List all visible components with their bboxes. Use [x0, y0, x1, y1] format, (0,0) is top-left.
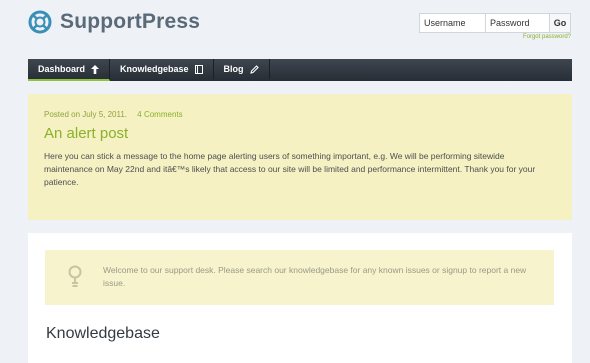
welcome-notice: Welcome to our support desk. Please sear…	[45, 250, 554, 305]
username-input[interactable]	[419, 13, 486, 33]
nav-item-knowledgebase[interactable]: Knowledgebase	[110, 59, 214, 79]
alert-body: Here you can stick a message to the home…	[44, 151, 536, 187]
go-button[interactable]: Go	[549, 13, 571, 33]
alert-post: Posted on July 5, 2011. 4 Comments An al…	[28, 94, 572, 220]
main-content: Welcome to our support desk. Please sear…	[28, 233, 572, 363]
alert-title[interactable]: An alert post	[44, 125, 556, 142]
forgot-password-link[interactable]: Forgot password?	[523, 34, 571, 40]
nav-item-dashboard[interactable]: Dashboard	[28, 59, 111, 81]
post-meta: Posted on July 5, 2011. 4 Comments	[44, 110, 556, 119]
lifebuoy-icon	[28, 10, 52, 34]
nav-item-label: Dashboard	[38, 64, 86, 74]
arrow-up-icon	[91, 64, 100, 74]
welcome-text: Welcome to our support desk. Please sear…	[103, 265, 527, 288]
lightbulb-icon	[68, 265, 82, 287]
site-title: SupportPress	[60, 10, 201, 33]
nav-item-blog[interactable]: Blog	[214, 59, 270, 79]
logo[interactable]: SupportPress	[28, 10, 200, 34]
post-date: Posted on July 5, 2011.	[44, 110, 128, 119]
nav-item-label: Knowledgebase	[120, 64, 189, 74]
comments-link[interactable]: 4 Comments	[137, 110, 182, 119]
password-input[interactable]	[485, 13, 550, 33]
knowledgebase-heading: Knowledgebase	[46, 325, 160, 342]
login-form: Go	[419, 13, 571, 33]
book-icon	[194, 64, 203, 74]
nav-item-label: Blog	[223, 64, 244, 74]
pencil-icon	[249, 64, 259, 74]
main-nav: Dashboard Knowledgebase Blog	[28, 59, 572, 81]
